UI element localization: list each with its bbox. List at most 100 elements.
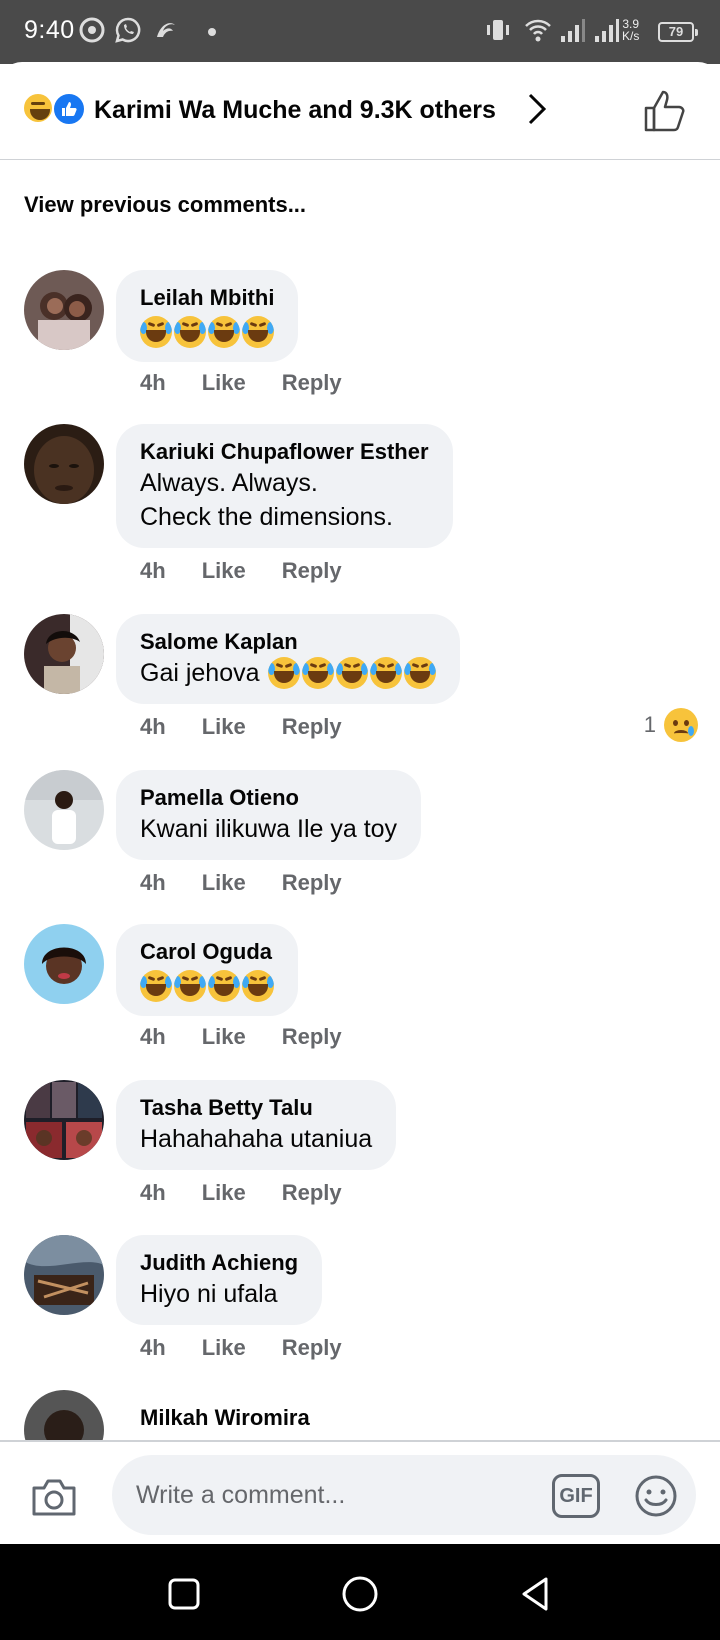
comment-bubble[interactable]: Carol Oguda: [116, 924, 298, 1016]
comment-text: Hiyo ni ufala: [140, 1280, 278, 1308]
rofl-emoji-icon: [174, 970, 206, 1002]
avatar[interactable]: [24, 270, 104, 350]
recent-apps-icon[interactable]: [164, 1574, 204, 1614]
view-previous-comments-link[interactable]: View previous comments...: [24, 192, 306, 218]
emoji-picker-icon[interactable]: [634, 1474, 678, 1518]
comment-composer: GIF: [0, 1440, 720, 1544]
comment-actions: 4h Like Reply: [140, 1180, 378, 1206]
chrome-icon: [78, 16, 106, 44]
comment-text: Gai jehova: [140, 656, 436, 690]
app-notification-icon: [152, 16, 180, 44]
comment-text: Hahahahaha utaniua: [140, 1125, 373, 1153]
comment-time: 4h: [140, 1335, 166, 1360]
comment-time: 4h: [140, 1024, 166, 1049]
vibrate-icon: [484, 16, 512, 44]
avatar[interactable]: [24, 770, 104, 850]
comment-actions: 4h Like Reply: [140, 714, 378, 740]
comment-actions: 4h Like Reply: [140, 1335, 378, 1361]
rofl-emoji-icon: [208, 316, 240, 348]
whatsapp-icon: [114, 16, 142, 44]
rofl-emoji-icon: [140, 970, 172, 1002]
reactors-text: Karimi Wa Muche and 9.3K others: [94, 96, 496, 124]
home-icon[interactable]: [340, 1574, 380, 1614]
comment-time: 4h: [140, 714, 166, 739]
comment-bubble[interactable]: Tasha Betty Talu Hahahahaha utaniua: [116, 1080, 397, 1170]
commenter-name[interactable]: Judith Achieng: [140, 1249, 298, 1277]
reply-button[interactable]: Reply: [282, 870, 342, 896]
comments-sheet: Karimi Wa Muche and 9.3K others View pre…: [0, 62, 720, 1546]
camera-icon[interactable]: [30, 1476, 78, 1518]
status-bar: 9:40 3.9 K/s 79: [0, 0, 720, 64]
system-navigation-bar: [0, 1544, 720, 1640]
commenter-name[interactable]: Milkah Wiromira: [140, 1404, 310, 1432]
avatar[interactable]: [24, 1235, 104, 1315]
reply-button[interactable]: Reply: [282, 370, 342, 396]
comment-bubble[interactable]: Leilah Mbithi: [116, 270, 299, 362]
back-icon[interactable]: [516, 1574, 556, 1614]
commenter-name[interactable]: Carol Oguda: [140, 938, 274, 966]
like-comment-button[interactable]: Like: [202, 1335, 246, 1361]
like-comment-button[interactable]: Like: [202, 558, 246, 584]
commenter-name[interactable]: Kariuki Chupaflower Esther: [140, 438, 429, 466]
rofl-emoji-icon: [242, 316, 274, 348]
sad-reaction-icon: [664, 708, 698, 742]
comment-time: 4h: [140, 370, 166, 395]
comment-text-line: Always. Always.: [140, 469, 318, 497]
status-time: 9:40: [24, 16, 75, 44]
comment-time: 4h: [140, 870, 166, 895]
rofl-emoji-icon: [208, 970, 240, 1002]
comment-text-line: Check the dimensions.: [140, 503, 393, 531]
comment-bubble[interactable]: Pamella Otieno Kwani ilikuwa Ile ya toy: [116, 770, 422, 860]
haha-reaction-icon: [22, 92, 54, 124]
reply-button[interactable]: Reply: [282, 1024, 342, 1050]
commenter-name[interactable]: Salome Kaplan: [140, 628, 436, 656]
like-comment-button[interactable]: Like: [202, 714, 246, 740]
rofl-emoji-icon: [140, 316, 172, 348]
like-comment-button[interactable]: Like: [202, 870, 246, 896]
emoji-row: [267, 657, 436, 689]
comment-input[interactable]: [112, 1455, 696, 1535]
rofl-emoji-icon: [403, 657, 436, 689]
battery-indicator: 79: [658, 22, 698, 42]
comment-time: 4h: [140, 1180, 166, 1205]
reply-button[interactable]: Reply: [282, 1180, 342, 1206]
avatar[interactable]: [24, 924, 104, 1004]
network-speed-unit: K/s: [622, 29, 640, 43]
commenter-name[interactable]: Pamella Otieno: [140, 784, 397, 812]
reactions-summary[interactable]: Karimi Wa Muche and 9.3K others: [0, 62, 720, 160]
like-comment-button[interactable]: Like: [202, 1024, 246, 1050]
comment-actions: 4h Like Reply: [140, 558, 378, 584]
chevron-right-icon[interactable]: [522, 92, 552, 126]
like-button-icon[interactable]: [642, 88, 688, 134]
comment-reaction-summary[interactable]: 1: [644, 708, 698, 742]
gif-button[interactable]: GIF: [552, 1474, 600, 1518]
like-reaction-icon: [52, 92, 86, 126]
like-comment-button[interactable]: Like: [202, 1180, 246, 1206]
reaction-count: 1: [643, 712, 656, 737]
tears-of-joy-emoji-icon: [267, 657, 300, 689]
comment-bubble[interactable]: Kariuki Chupaflower Esther Always. Alway…: [116, 424, 453, 548]
comment-text-content: Gai jehova: [140, 659, 260, 687]
comment-bubble[interactable]: Salome Kaplan Gai jehova: [116, 614, 460, 704]
reply-button[interactable]: Reply: [282, 558, 342, 584]
commenter-name[interactable]: Tasha Betty Talu: [140, 1094, 372, 1122]
avatar[interactable]: [24, 614, 104, 694]
signal-icon-1: [558, 16, 586, 44]
avatar[interactable]: [24, 1080, 104, 1160]
like-comment-button[interactable]: Like: [202, 370, 246, 396]
rofl-emoji-icon: [301, 657, 334, 689]
comment-actions: 4h Like Reply: [140, 1024, 378, 1050]
comment-time: 4h: [140, 558, 166, 583]
reply-button[interactable]: Reply: [282, 1335, 342, 1361]
rofl-emoji-icon: [174, 316, 206, 348]
laughing-emoji-row: [140, 316, 274, 348]
reply-button[interactable]: Reply: [282, 714, 342, 740]
more-notifications-dot: [208, 28, 216, 36]
avatar[interactable]: [24, 424, 104, 504]
comment-text: Kwani ilikuwa Ile ya toy: [140, 815, 398, 843]
signal-icon-2: [592, 16, 620, 44]
commenter-name[interactable]: Leilah Mbithi: [140, 284, 274, 312]
wifi-icon: [524, 16, 552, 44]
network-speed: 3.9 K/s: [622, 18, 639, 42]
comment-bubble[interactable]: Judith Achieng Hiyo ni ufala: [116, 1235, 323, 1325]
